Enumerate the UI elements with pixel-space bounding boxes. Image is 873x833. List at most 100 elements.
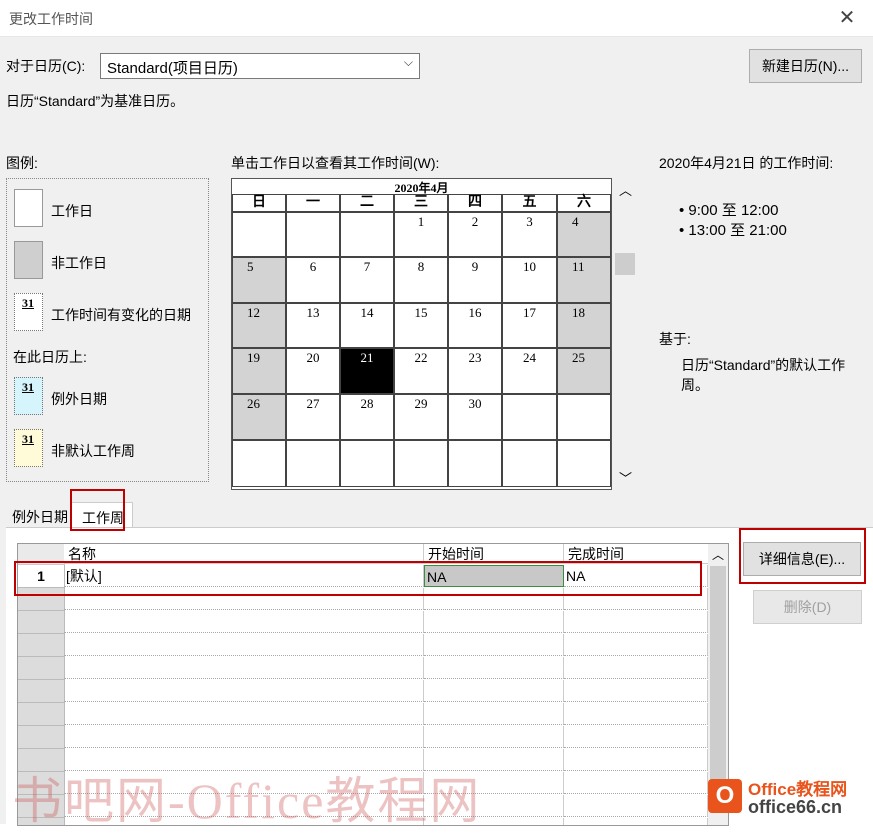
legend-changed-day: 工作时间有变化的日期 [51, 307, 191, 323]
calendar-day[interactable]: 10 [502, 257, 557, 303]
row-number[interactable] [18, 611, 65, 634]
based-on-text-cont: 周。 [681, 377, 709, 393]
calendar-day[interactable]: 9 [448, 257, 502, 303]
table-cell[interactable] [564, 680, 708, 702]
calendar-day[interactable]: 8 [394, 257, 448, 303]
chevron-down-icon[interactable]: ⌵ [404, 55, 413, 70]
calendar-scroll-thumb[interactable] [615, 253, 635, 275]
calendar-day[interactable]: 20 [286, 348, 340, 394]
calendar-day[interactable]: 18 [557, 303, 611, 348]
table-cell[interactable] [564, 634, 708, 656]
row-number[interactable] [18, 657, 65, 680]
table-cell[interactable] [64, 611, 424, 633]
table-cell[interactable] [564, 657, 708, 679]
row-number[interactable] [18, 726, 65, 749]
table-cell[interactable] [564, 703, 708, 725]
calendar-day[interactable]: 30 [448, 394, 502, 440]
row-number[interactable] [18, 680, 65, 703]
calendar-day[interactable]: 22 [394, 348, 448, 394]
calendar-day[interactable]: 15 [394, 303, 448, 348]
calendar-selector-label: 对于日历(C): [6, 58, 86, 74]
calendar-day[interactable]: 25 [557, 348, 611, 394]
table-row[interactable] [18, 611, 708, 634]
calendar-day[interactable]: 7 [340, 257, 394, 303]
calendar-day[interactable]: 6 [286, 257, 340, 303]
work-times-heading: 2020年4月21日 的工作时间: [659, 155, 834, 171]
calendar-day-number: 3 [526, 214, 533, 229]
calendar-selector-value: Standard(项目日历) [107, 60, 238, 77]
calendar-day-number: 13 [306, 305, 320, 320]
calendar-day[interactable]: 21 [340, 348, 394, 394]
calendar-day[interactable]: 2 [448, 212, 502, 257]
table-cell[interactable] [424, 703, 564, 725]
table-row[interactable] [18, 726, 708, 749]
new-calendar-button[interactable]: 新建日历(N)... [749, 49, 862, 83]
delete-button[interactable]: 删除(D) [753, 590, 862, 624]
calendar-day[interactable]: 14 [340, 303, 394, 348]
table-cell[interactable] [564, 772, 708, 794]
calendar-day[interactable]: 16 [448, 303, 502, 348]
table-row[interactable] [18, 680, 708, 703]
calendar-day[interactable]: 19 [232, 348, 286, 394]
calendar-empty-cell [502, 440, 557, 487]
calendar-day[interactable]: 26 [232, 394, 286, 440]
table-cell[interactable] [64, 634, 424, 656]
close-icon[interactable]: ✕ [835, 6, 859, 30]
calendar-day[interactable]: 29 [394, 394, 448, 440]
table-row[interactable] [18, 657, 708, 680]
table-cell[interactable] [564, 818, 708, 825]
calendar-empty-cell [286, 440, 340, 487]
table-cell[interactable] [424, 634, 564, 656]
scroll-down-icon[interactable]: ﹀ [619, 468, 632, 487]
calendar-day[interactable]: 4 [557, 212, 611, 257]
table-cell[interactable] [424, 657, 564, 679]
calendar-scrollbar[interactable]: ︿ ﹀ [614, 178, 636, 488]
calendar-day[interactable]: 1 [394, 212, 448, 257]
calendar-day[interactable]: 24 [502, 348, 557, 394]
month-calendar[interactable]: 2020年4月 日一二三四五六 1 2 3 4 5 6 7 8 9 10 11 12 13 14 15 16 17… [231, 178, 612, 490]
calendar-day[interactable]: 28 [340, 394, 394, 440]
table-cell[interactable] [564, 611, 708, 633]
table-cell[interactable] [424, 680, 564, 702]
highlight-details-box [739, 528, 866, 584]
calendar-day[interactable]: 23 [448, 348, 502, 394]
weekday-header: 五 [502, 194, 557, 212]
table-cell[interactable] [564, 795, 708, 817]
calendar-day-number: 27 [306, 396, 320, 411]
table-cell[interactable] [64, 680, 424, 702]
calendar-day[interactable]: 13 [286, 303, 340, 348]
calendar-day[interactable]: 27 [286, 394, 340, 440]
calendar-day[interactable]: 17 [502, 303, 557, 348]
row-number[interactable] [18, 703, 65, 726]
table-cell[interactable] [564, 726, 708, 748]
weekday-header: 一 [286, 194, 340, 212]
changed-day-badge: 31 [22, 296, 34, 310]
table-cell[interactable] [564, 749, 708, 771]
calendar-day[interactable]: 11 [557, 257, 611, 303]
table-row[interactable] [18, 703, 708, 726]
calendar-day-number: 16 [468, 305, 482, 320]
calendar-selector[interactable]: Standard(项目日历) ⌵ [100, 53, 420, 79]
table-cell[interactable] [64, 703, 424, 725]
scroll-up-icon[interactable]: ︿ [619, 180, 632, 199]
scroll-up-icon[interactable]: ︿ [712, 546, 724, 563]
table-cell[interactable] [424, 611, 564, 633]
weekday-header: 三 [394, 194, 448, 212]
table-cell[interactable] [64, 726, 424, 748]
table-scroll-thumb[interactable] [710, 566, 726, 796]
table-cell[interactable] [64, 657, 424, 679]
calendar-day-number: 21 [360, 350, 374, 365]
watermark-text: 书吧网-Office教程网 [12, 773, 482, 829]
calendar-instruction: 单击工作日以查看其工作时间(W): [231, 155, 440, 171]
calendar-empty-cell [557, 440, 611, 487]
row-number[interactable] [18, 634, 65, 657]
calendar-empty-cell [232, 440, 286, 487]
calendar-day[interactable]: 3 [502, 212, 557, 257]
table-cell[interactable] [424, 726, 564, 748]
calendar-day[interactable]: 5 [232, 257, 286, 303]
tab-exceptions[interactable]: 例外日期 [12, 507, 68, 527]
calendar-day[interactable]: 12 [232, 303, 286, 348]
table-row[interactable] [18, 634, 708, 657]
nonworking-day-swatch [14, 241, 43, 279]
calendar-day-number: 24 [523, 350, 536, 365]
